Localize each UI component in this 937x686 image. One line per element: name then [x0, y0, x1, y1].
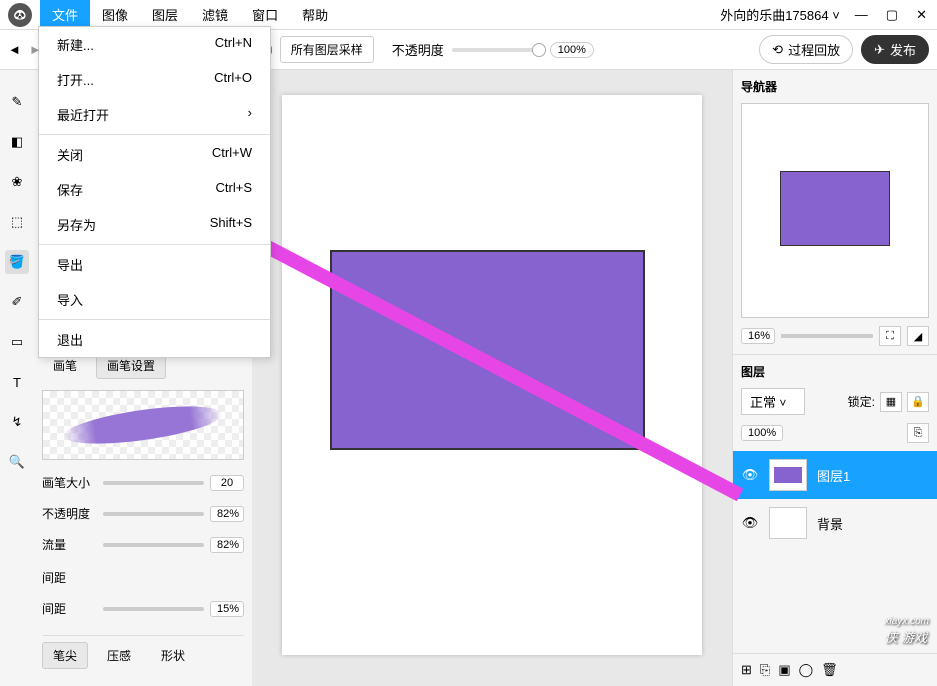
canvas[interactable] — [282, 95, 702, 655]
visibility-icon[interactable]: 👁 — [741, 467, 759, 483]
zoom-tool-icon[interactable]: 🔍 — [5, 450, 29, 474]
brush-opacity-label: 不透明度 — [42, 505, 97, 522]
new-layer-icon[interactable]: ⊞ — [741, 662, 752, 678]
menu-filter[interactable]: 滤镜 — [190, 0, 240, 29]
bucket-tool-icon[interactable]: 🪣 — [5, 250, 29, 274]
text-tool-icon[interactable]: T — [5, 370, 29, 394]
menu-recent[interactable]: 最近打开› — [39, 97, 270, 132]
menu-close[interactable]: 关闭Ctrl+W — [39, 137, 270, 172]
eraser-tool-icon[interactable]: ◧ — [5, 130, 29, 154]
layer-opacity-value[interactable]: 100% — [741, 425, 783, 441]
delete-layer-icon[interactable]: 🗑 — [821, 662, 838, 678]
blend-mode-select[interactable]: 正常 ˅ — [741, 388, 805, 415]
layer-item-1[interactable]: 👁 图层1 — [733, 451, 937, 499]
zoom-value[interactable]: 16% — [741, 328, 775, 344]
spacing-value[interactable]: 15% — [210, 601, 244, 617]
lock-all-icon[interactable]: 🔒 — [907, 392, 929, 412]
zoom-slider[interactable] — [781, 334, 873, 338]
mask-icon[interactable]: ◯ — [799, 662, 814, 678]
brush-tool-icon[interactable]: ✎ — [5, 90, 29, 114]
folder-icon[interactable]: ▣ — [778, 662, 790, 678]
sample-all-layers[interactable]: 所有图层采样 — [280, 36, 374, 63]
flow-slider[interactable] — [103, 543, 204, 547]
menu-save[interactable]: 保存Ctrl+S — [39, 172, 270, 207]
brush-size-slider[interactable] — [103, 481, 204, 485]
menu-window[interactable]: 窗口 — [240, 0, 290, 29]
rectangle-shape[interactable] — [330, 250, 645, 450]
undo-button[interactable]: ◄ — [8, 42, 21, 57]
smudge-tool-icon[interactable]: ❀ — [5, 170, 29, 194]
tool-rail: ✎ ◧ ❀ ⬚ 🪣 ✐ ▭ T ↯ 🔍 — [0, 70, 34, 686]
brush-opacity-value[interactable]: 82% — [210, 506, 244, 522]
opacity-value: 100% — [550, 42, 594, 58]
close-button[interactable]: ✕ — [916, 7, 927, 23]
minimize-button[interactable]: — — [855, 7, 868, 23]
watermark: xiayx.com 侠 游戏 — [885, 616, 929, 646]
menu-image[interactable]: 图像 — [90, 0, 140, 29]
menu-layer[interactable]: 图层 — [140, 0, 190, 29]
fit-screen-icon[interactable]: ⛶ — [879, 326, 901, 346]
spacing-label: 间距 — [42, 600, 97, 617]
menu-export[interactable]: 导出 — [39, 247, 270, 282]
navigator-header: 导航器 — [733, 70, 937, 103]
publish-button[interactable]: ✈ 发布 — [861, 35, 929, 64]
main-menu: 文件 图像 图层 滤镜 窗口 帮助 — [40, 0, 340, 29]
layer-options-icon[interactable]: ⎘ — [907, 423, 929, 443]
app-logo: 🐼 — [8, 3, 32, 27]
eyedropper-tool-icon[interactable]: ✐ — [5, 290, 29, 314]
menu-import[interactable]: 导入 — [39, 282, 270, 317]
menu-help[interactable]: 帮助 — [290, 0, 340, 29]
brush-preview — [42, 390, 244, 460]
layer-thumbnail — [769, 507, 807, 539]
brush-size-label: 画笔大小 — [42, 474, 97, 491]
canvas-area[interactable] — [252, 70, 732, 686]
duplicate-layer-icon[interactable]: ⎘ — [760, 662, 770, 678]
layer-item-bg[interactable]: 👁 背景 — [733, 499, 937, 547]
spacing-section-label: 间距 — [42, 569, 244, 586]
layer-thumbnail — [769, 459, 807, 491]
replay-button[interactable]: ⟲ 过程回放 — [759, 35, 853, 64]
brush-size-value[interactable]: 20 — [210, 475, 244, 491]
menu-new[interactable]: 新建...Ctrl+N — [39, 27, 270, 62]
visibility-icon[interactable]: 👁 — [741, 515, 759, 531]
lock-label: 锁定: — [848, 393, 875, 410]
tab-tip[interactable]: 笔尖 — [42, 642, 88, 669]
opacity-slider[interactable] — [452, 48, 542, 52]
layers-header: 图层 — [733, 354, 937, 388]
menu-quit[interactable]: 退出 — [39, 322, 270, 357]
tab-shape[interactable]: 形状 — [150, 642, 196, 669]
document-title[interactable]: 外向的乐曲175864 ˅ — [720, 5, 840, 24]
lock-pixels-icon[interactable]: ▦ — [880, 392, 902, 412]
menu-save-as[interactable]: 另存为Shift+S — [39, 207, 270, 242]
brush-opacity-slider[interactable] — [103, 512, 204, 516]
flow-label: 流量 — [42, 536, 97, 553]
tab-pressure[interactable]: 压感 — [96, 642, 142, 669]
transform-tool-icon[interactable]: ↯ — [5, 410, 29, 434]
right-panel: 导航器 16% ⛶ ◢ 图层 正常 ˅ 锁定: ▦ 🔒 100% ⎘ 👁 图层1 — [732, 70, 937, 686]
marquee-tool-icon[interactable]: ⬚ — [5, 210, 29, 234]
maximize-button[interactable]: ▢ — [886, 7, 898, 23]
rect-tool-icon[interactable]: ▭ — [5, 330, 29, 354]
navigator-preview[interactable] — [741, 103, 929, 318]
flow-value[interactable]: 82% — [210, 537, 244, 553]
menu-open[interactable]: 打开...Ctrl+O — [39, 62, 270, 97]
spacing-slider[interactable] — [103, 607, 204, 611]
flip-icon[interactable]: ◢ — [907, 326, 929, 346]
layer-name[interactable]: 图层1 — [817, 466, 850, 485]
layer-name[interactable]: 背景 — [817, 514, 843, 533]
file-dropdown: 新建...Ctrl+N 打开...Ctrl+O 最近打开› 关闭Ctrl+W 保… — [38, 26, 271, 358]
menu-file[interactable]: 文件 — [40, 0, 90, 29]
opacity-label: 不透明度 — [392, 40, 444, 59]
